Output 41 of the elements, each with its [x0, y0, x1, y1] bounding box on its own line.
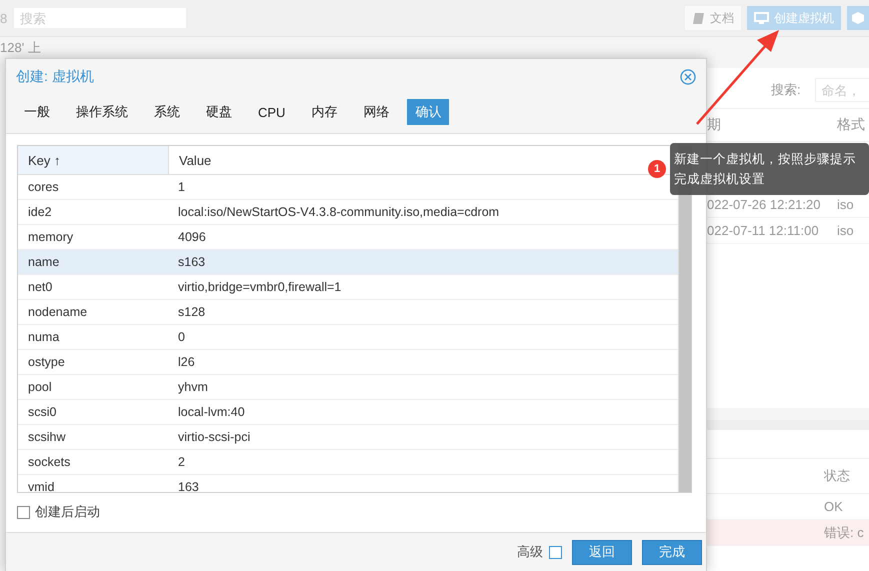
table-cell-text: 1 — [177, 180, 185, 194]
table-cell-text: local-lvm:40 — [177, 405, 245, 419]
table-cell-text: sockets — [27, 455, 72, 469]
checkbox-label: 创建后启动 — [35, 503, 100, 521]
table-cell-text: yhvm — [177, 380, 208, 394]
table-cell-text: scsihw — [27, 430, 67, 444]
search-label: 搜索: — [771, 81, 801, 99]
table-cell-text: net0 — [27, 280, 54, 294]
status-text: OK — [824, 499, 843, 514]
status-text: 错误: c — [824, 524, 864, 542]
table-cell-text: s128 — [177, 305, 206, 319]
column-header: 格式 — [836, 116, 865, 134]
table-cell-text: 163 — [177, 480, 199, 492]
table-cell-text: local:iso/NewStartOS-V4.3.8-community.iso,media=cdrom — [177, 205, 500, 219]
table-cell-text: 0 — [177, 330, 185, 344]
table-cell-text: 022-07-26 12:21:20 — [707, 197, 822, 212]
breadcrumb: 128' 上 — [0, 39, 42, 57]
table-cell-text: numa — [27, 330, 60, 344]
table-cell-text: 2 — [177, 455, 185, 469]
table-cell-text: memory — [27, 230, 74, 244]
table-cell-text: iso — [836, 197, 854, 212]
column-header: 期 — [707, 116, 722, 134]
table-cell-text: virtio,bridge=vmbr0,firewall=1 — [177, 280, 342, 294]
table-cell-text: 4096 — [177, 230, 206, 244]
table-cell-text: ostype — [27, 355, 66, 369]
table-cell-text: l26 — [177, 355, 195, 369]
advanced-label: 高级 — [517, 543, 543, 561]
table-cell-text: cores — [27, 180, 60, 194]
column-header: 状态 — [824, 467, 850, 485]
table-cell-text: name — [27, 255, 60, 269]
table-cell-text: ide2 — [27, 205, 53, 219]
tooltip: 新建一个虚拟机，按照步骤提示完成虚拟机设置 — [670, 143, 869, 195]
table-cell-text: s163 — [177, 255, 206, 269]
table-cell-text: nodename — [27, 305, 88, 319]
table-cell-text: virtio-scsi-pci — [177, 430, 250, 444]
table-cell-text: iso — [836, 223, 854, 238]
dialog-title: 创建: 虚拟机 — [16, 68, 94, 86]
table-cell-text: 022-07-11 12:11:00 — [707, 223, 820, 238]
table-cell-text: vmid — [27, 480, 56, 492]
table-cell-text: scsi0 — [27, 405, 58, 419]
table-cell-text: pool — [27, 380, 53, 394]
